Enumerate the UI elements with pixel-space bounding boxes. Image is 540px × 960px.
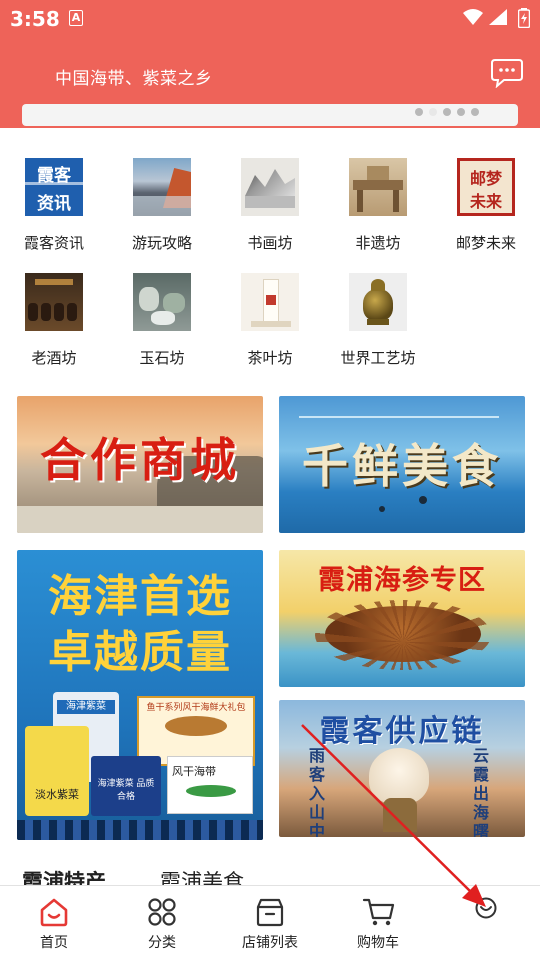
category-label: 玉石坊 xyxy=(139,349,185,367)
top-header: 3:58 A 中国海带、紫菜之乡 xyxy=(0,0,540,128)
nav-stores[interactable]: 店铺列表 xyxy=(216,886,324,960)
category-news[interactable]: 霞客 资讯 霞客资讯 xyxy=(0,150,108,252)
category-label: 书画坊 xyxy=(247,234,293,252)
category-label: 老酒坊 xyxy=(31,349,77,367)
tab-specialties[interactable]: 霞浦特产 xyxy=(22,866,106,886)
carousel-dot[interactable] xyxy=(429,108,437,116)
category-label: 霞客资讯 xyxy=(23,234,84,252)
status-bar: 3:58 A xyxy=(0,0,540,36)
category-painting[interactable]: 书画坊 xyxy=(216,150,324,252)
category-label: 世界工艺坊 xyxy=(340,349,416,367)
category-crafts[interactable]: 世界工艺坊 xyxy=(324,265,432,367)
notification-a-icon: A xyxy=(69,10,83,26)
wine-photo xyxy=(25,273,83,331)
nav-profile[interactable] xyxy=(432,886,540,960)
category-wine[interactable]: 老酒坊 xyxy=(0,265,108,367)
heritage-photo xyxy=(349,158,407,216)
supply-right-text: 云霞出海曙 xyxy=(473,746,490,837)
postal-logo-bottom: 未来 xyxy=(469,192,502,211)
chat-bubble-icon[interactable] xyxy=(490,58,524,88)
promo-food-banner[interactable]: 千鲜美食 xyxy=(279,396,525,533)
carousel-dots xyxy=(415,108,479,116)
nav-label: 首页 xyxy=(40,935,68,951)
store-icon xyxy=(256,898,284,927)
profile-icon xyxy=(475,897,497,919)
food-title: 千鲜美食 xyxy=(302,439,502,493)
sea-cucumber-title: 霞浦海参专区 xyxy=(318,565,486,596)
carousel-dot[interactable] xyxy=(415,108,423,116)
battery-icon xyxy=(518,8,530,28)
category-label: 邮梦未来 xyxy=(455,234,516,252)
cart-icon xyxy=(362,898,395,926)
status-time: 3:58 xyxy=(10,7,60,31)
travel-photo xyxy=(133,158,191,216)
nav-cart[interactable]: 购物车 xyxy=(324,886,432,960)
nav-label: 店铺列表 xyxy=(242,935,298,951)
quality-line2: 卓越质量 xyxy=(48,627,232,678)
nav-label: 分类 xyxy=(148,935,176,951)
category-label: 茶叶坊 xyxy=(247,349,293,367)
category-postal[interactable]: 邮梦 未来 邮梦未来 xyxy=(432,150,540,252)
news-logo-icon: 霞客 资讯 xyxy=(25,158,83,216)
product-box-4: 风干海带 xyxy=(167,756,253,814)
home-icon xyxy=(40,898,68,927)
category-label: 非遗坊 xyxy=(355,234,401,252)
crafts-photo xyxy=(349,273,407,331)
category-travel[interactable]: 游玩攻略 xyxy=(108,150,216,252)
promo-supply-chain-banner[interactable]: 霞客供应链 雨客入山中 云霞出海曙 xyxy=(279,700,525,837)
header-slogan: 中国海带、紫菜之乡 xyxy=(55,69,213,89)
news-logo-bottom: 资讯 xyxy=(37,194,71,214)
tea-photo xyxy=(241,273,299,331)
nav-category[interactable]: 分类 xyxy=(108,886,216,960)
nav-label: 购物车 xyxy=(357,935,399,951)
carousel-dot[interactable] xyxy=(471,108,479,116)
content-tabs: 霞浦特产 霞浦美食 xyxy=(0,862,540,886)
promo-quality-banner[interactable]: 海津首选 卓越质量 海津紫菜 淡水紫菜 鱼干系列风干海鲜大礼包 风干海带 海津紫… xyxy=(17,550,263,840)
quality-line1: 海津首选 xyxy=(48,571,232,622)
carousel-dot[interactable] xyxy=(457,108,465,116)
promo-sea-cucumber-banner[interactable]: 霞浦海参专区 xyxy=(279,550,525,687)
postal-logo-icon: 邮梦 未来 xyxy=(457,158,515,216)
mascot-image xyxy=(369,748,429,804)
signal-icon xyxy=(489,9,507,25)
product-box-2: 淡水紫菜 xyxy=(25,726,89,816)
postal-logo-top: 邮梦 xyxy=(469,169,502,188)
bottom-nav: 首页 分类 店铺列表 购物车 xyxy=(0,885,540,960)
painting-photo xyxy=(241,158,299,216)
supply-left-text: 雨客入山中 xyxy=(309,746,326,837)
category-heritage[interactable]: 非遗坊 xyxy=(324,150,432,252)
wifi-icon xyxy=(463,9,483,25)
category-tea[interactable]: 茶叶坊 xyxy=(216,265,324,367)
category-label: 游玩攻略 xyxy=(131,234,192,252)
category-jade[interactable]: 玉石坊 xyxy=(108,265,216,367)
product-bag: 海津紫菜 品质合格 xyxy=(91,756,161,816)
mall-title: 合作商城 xyxy=(40,433,240,487)
supply-chain-title: 霞客供应链 xyxy=(319,714,485,749)
jade-photo xyxy=(133,273,191,331)
grid-icon xyxy=(148,898,176,926)
tab-food[interactable]: 霞浦美食 xyxy=(160,866,244,886)
carousel-dot[interactable] xyxy=(443,108,451,116)
nav-home[interactable]: 首页 xyxy=(0,886,108,960)
promo-mall-banner[interactable]: 合作商城 xyxy=(17,396,263,533)
